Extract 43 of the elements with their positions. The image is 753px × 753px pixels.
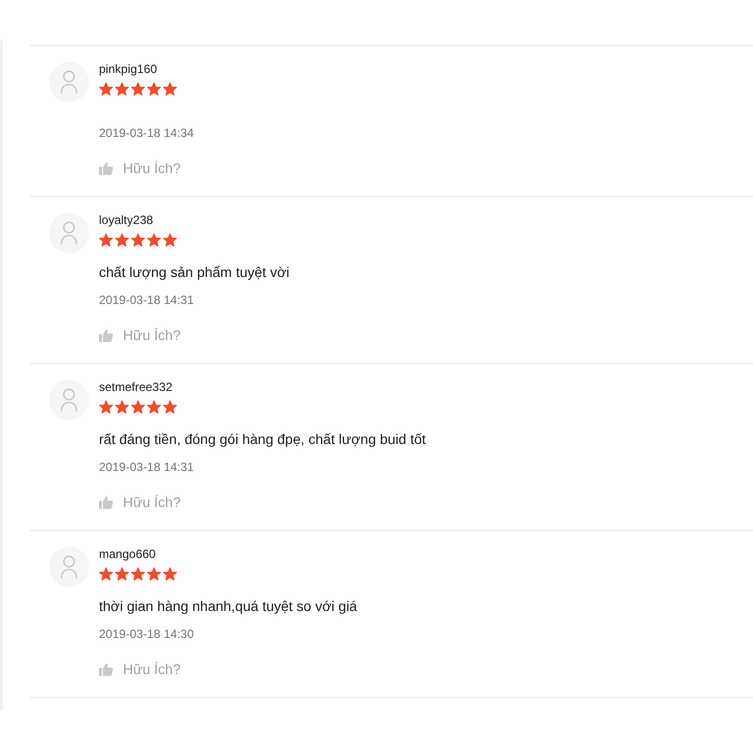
star-icon <box>147 233 161 247</box>
reviewer-name: mango660 <box>99 547 157 561</box>
star-icon <box>115 82 129 96</box>
star-icon <box>131 82 145 96</box>
star-icon <box>99 82 113 96</box>
thumbs-up-icon <box>99 662 113 676</box>
helpful-button[interactable]: Hữu Ích? <box>99 659 181 679</box>
thumbs-up-icon <box>99 496 113 508</box>
user-avatar-icon <box>49 62 89 102</box>
review-date: 2019-03-18 14:34 <box>99 126 194 140</box>
star-icon <box>99 400 113 414</box>
thumbs-up-icon <box>99 162 113 174</box>
star-icon <box>115 400 129 414</box>
star-icon <box>99 233 113 247</box>
review-comment: thời gian hàng nhanh,quá tuyệt so với giá <box>99 597 358 616</box>
helpful-button[interactable]: Hữu Ích? <box>99 492 181 512</box>
helpful-button[interactable]: Hữu Ích? <box>99 158 181 178</box>
reviewer-name: pinkpig160 <box>99 62 158 76</box>
star-icon <box>147 567 161 581</box>
star-icon <box>163 233 177 247</box>
star-icon <box>163 400 177 414</box>
review-date: 2019-03-18 14:31 <box>99 460 195 474</box>
review-comment: chất lượng sản phẩm tuyệt vời <box>99 263 290 282</box>
reviewer-name: setmefree332 <box>99 380 174 394</box>
star-icon <box>115 567 129 581</box>
star-icon <box>99 567 113 581</box>
user-avatar-icon <box>49 380 89 420</box>
star-icon <box>131 400 145 414</box>
reviewer-name: loyalty238 <box>99 213 154 227</box>
review-date: 2019-03-18 14:30 <box>99 627 195 641</box>
review-date: 2019-03-18 14:31 <box>99 293 195 307</box>
star-icon <box>163 567 177 581</box>
user-avatar-icon <box>49 547 89 587</box>
star-icon <box>115 233 129 247</box>
star-icon <box>147 82 161 96</box>
review-comment: rất đáng tiền, đóng gói hàng đpẹ, chất lượng buid tốt <box>99 430 426 449</box>
thumbs-up-icon <box>99 328 113 342</box>
user-avatar-icon <box>49 213 89 253</box>
helpful-button[interactable]: Hữu Ích? <box>99 325 181 345</box>
star-icon <box>147 400 161 414</box>
star-icon <box>131 233 145 247</box>
star-icon <box>131 567 145 581</box>
star-icon <box>163 82 177 96</box>
